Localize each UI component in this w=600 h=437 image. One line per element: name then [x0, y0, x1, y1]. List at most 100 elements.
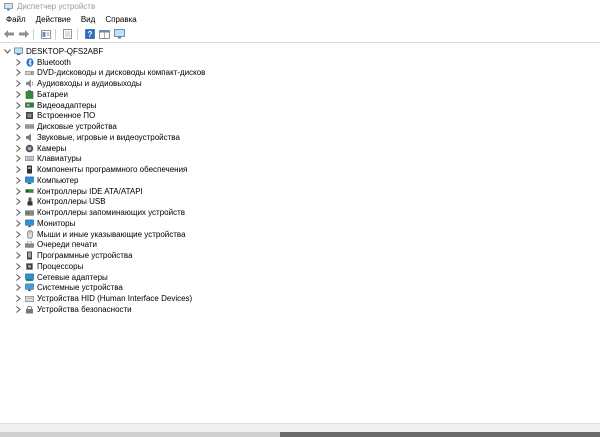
chevron-right-icon[interactable]: [14, 111, 22, 121]
computer-root-icon: [14, 47, 23, 56]
chevron-right-icon[interactable]: [14, 208, 22, 218]
tree-item-label: Очереди печати: [37, 240, 98, 250]
window-title: Диспетчер устройств: [17, 2, 96, 11]
toolbar-separator: [33, 28, 34, 40]
chevron-right-icon[interactable]: [14, 294, 22, 304]
tree-item-label: Контроллеры IDE ATA/ATAPI: [37, 186, 143, 196]
disk-drive-icon: [25, 122, 34, 131]
tree-item[interactable]: Аудиовходы и аудиовыходы: [14, 79, 142, 89]
tree-item-label: Сетевые адаптеры: [37, 272, 108, 282]
tree-item-label: Программные устройства: [37, 251, 133, 260]
chevron-right-icon[interactable]: [14, 218, 22, 228]
video-adapter-icon: [25, 101, 34, 110]
chevron-right-icon[interactable]: [14, 143, 22, 153]
tree-item[interactable]: Контроллеры запоминающих устройств: [14, 208, 185, 218]
tree-item-label: Мониторы: [37, 218, 76, 228]
tree-item[interactable]: Сетевые адаптеры: [14, 272, 108, 282]
back-button[interactable]: [2, 28, 15, 40]
chevron-right-icon[interactable]: [14, 229, 22, 239]
camera-icon: [25, 144, 34, 153]
show-hidden-button[interactable]: [61, 28, 74, 40]
tree-item-label: Камеры: [37, 143, 67, 153]
tree-item-label: Звуковые, игровые и видеоустройства: [37, 132, 180, 142]
chevron-right-icon[interactable]: [14, 57, 22, 67]
chevron-right-icon[interactable]: [14, 304, 22, 314]
chevron-right-icon[interactable]: [14, 186, 22, 196]
toolbar-separator: [77, 28, 78, 40]
chevron-right-icon[interactable]: [14, 100, 22, 110]
storage-controller-icon: [25, 208, 34, 217]
tree-item[interactable]: Компоненты программного обеспечения: [14, 165, 187, 175]
back-arrow-icon: [3, 30, 14, 38]
chevron-right-icon[interactable]: [14, 251, 22, 261]
tree-item[interactable]: Системные устройства: [14, 283, 123, 293]
chevron-down-icon[interactable]: [3, 46, 11, 56]
svg-text:?: ?: [87, 30, 92, 39]
toolbar: ?: [0, 26, 600, 43]
forward-button[interactable]: [17, 28, 30, 40]
tree-item[interactable]: Встроенное ПО: [14, 111, 95, 121]
tree-item[interactable]: DVD-дисководы и дисководы компакт-дисков: [14, 68, 205, 78]
chevron-right-icon[interactable]: [14, 154, 22, 164]
menu-view[interactable]: Вид: [76, 15, 100, 24]
help-icon: ?: [84, 29, 95, 39]
tree-item[interactable]: Контроллеры IDE ATA/ATAPI: [14, 186, 143, 196]
tree-item[interactable]: Дисковые устройства: [14, 122, 117, 132]
tree-item[interactable]: Контроллеры USB: [14, 197, 106, 207]
tree-item[interactable]: Устройства HID (Human Interface Devices): [14, 294, 192, 304]
software-component-icon: [25, 165, 34, 174]
chevron-right-icon[interactable]: [14, 122, 22, 132]
tree-item[interactable]: Программные устройства: [14, 251, 133, 261]
tree-item[interactable]: Устройства безопасности: [14, 304, 132, 314]
tree-item[interactable]: Процессоры: [14, 261, 83, 271]
battery-icon: [25, 90, 34, 99]
tree-item[interactable]: Батареи: [14, 89, 68, 99]
menu-file[interactable]: Файл: [0, 15, 31, 24]
tree-item-label: Процессоры: [37, 261, 84, 271]
monitor-icon: [114, 29, 125, 39]
chevron-right-icon[interactable]: [14, 283, 22, 293]
software-device-icon: [25, 251, 34, 260]
chevron-right-icon[interactable]: [14, 68, 22, 78]
chevron-right-icon[interactable]: [14, 175, 22, 185]
toolbar-separator: [55, 28, 56, 40]
properties-button[interactable]: [39, 28, 52, 40]
tree-item[interactable]: Звуковые, игровые и видеоустройства: [14, 132, 180, 142]
chevron-right-icon[interactable]: [14, 261, 22, 271]
tree-item-label: Мыши и иные указывающие устройства: [37, 229, 186, 239]
chevron-right-icon[interactable]: [14, 197, 22, 207]
tree-item-label: DVD-дисководы и дисководы компакт-дисков: [37, 68, 206, 78]
monitor-icon: [25, 219, 34, 228]
help-button[interactable]: ?: [83, 28, 96, 40]
tree-root[interactable]: DESKTOP-QFS2ABF: [0, 46, 103, 56]
tree-item-label: Устройства HID (Human Interface Devices): [37, 294, 193, 303]
forward-arrow-icon: [18, 30, 29, 38]
chevron-right-icon[interactable]: [14, 272, 22, 282]
scan-hardware-button[interactable]: [113, 28, 126, 40]
tree-item[interactable]: Bluetooth: [14, 57, 71, 67]
show-hidden-icon: [63, 29, 72, 39]
keyboard-icon: [25, 154, 34, 163]
chevron-right-icon[interactable]: [14, 240, 22, 250]
tree-item[interactable]: Мыши и иные указывающие устройства: [14, 229, 186, 239]
firmware-icon: [25, 111, 34, 120]
chevron-right-icon[interactable]: [14, 79, 22, 89]
tree-item-label: Клавиатуры: [37, 154, 82, 164]
tree-item[interactable]: Видеоадаптеры: [14, 100, 97, 110]
chevron-right-icon[interactable]: [14, 132, 22, 142]
menu-help[interactable]: Справка: [100, 15, 141, 24]
view-button[interactable]: [98, 28, 111, 40]
tree-item-label: Компоненты программного обеспечения: [37, 165, 188, 174]
device-manager-icon: [4, 2, 13, 10]
tree-item[interactable]: Клавиатуры: [14, 154, 82, 164]
chevron-right-icon[interactable]: [14, 165, 22, 175]
chevron-right-icon[interactable]: [14, 89, 22, 99]
tree-item[interactable]: Мониторы: [14, 218, 75, 228]
menu-action[interactable]: Действие: [31, 15, 76, 24]
tree-item[interactable]: Компьютер: [14, 175, 78, 185]
tree-item[interactable]: Очереди печати: [14, 240, 97, 250]
tree-item-label: Батареи: [37, 89, 68, 99]
ide-controller-icon: [25, 187, 34, 196]
tree-item-label: Встроенное ПО: [37, 111, 96, 121]
tree-item[interactable]: Камеры: [14, 143, 66, 153]
